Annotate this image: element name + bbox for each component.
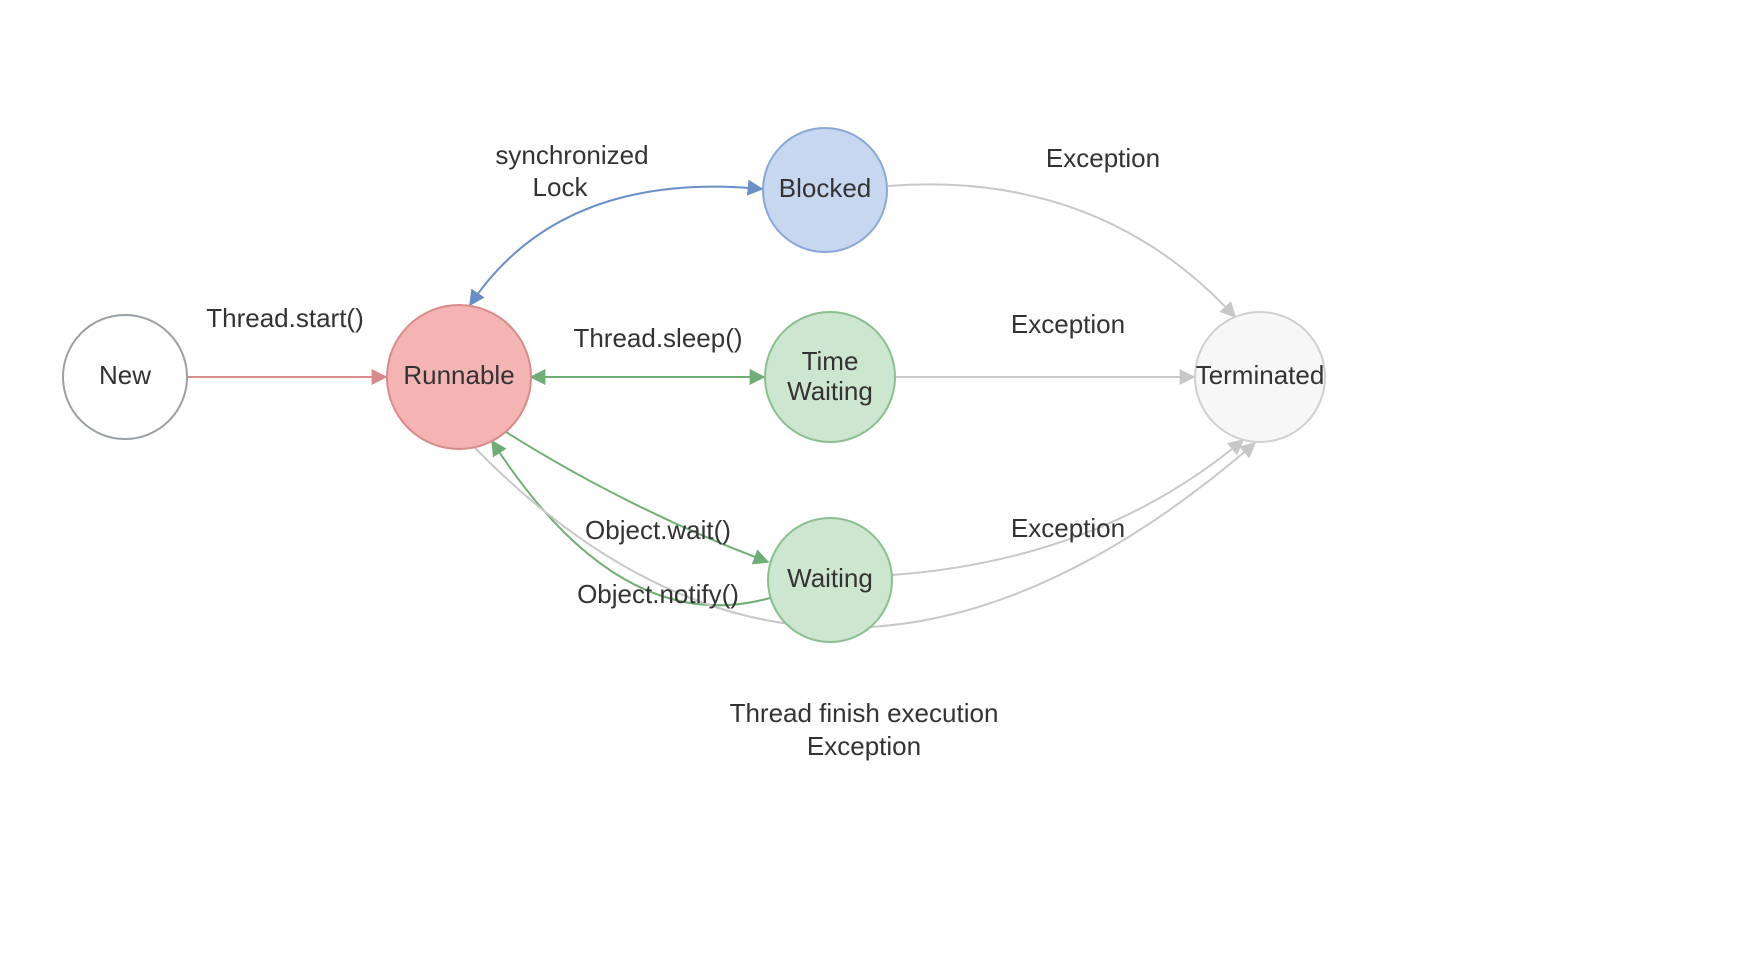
label-exc-waiting: Exception	[1011, 513, 1125, 543]
thread-state-diagram: New Runnable Blocked Time Waiting Waitin…	[0, 0, 1752, 966]
label-finish-2: Exception	[807, 731, 921, 761]
label-thread-sleep: Thread.sleep()	[573, 323, 742, 353]
label-object-wait: Object.wait()	[585, 515, 731, 545]
edge-blocked-terminated	[888, 184, 1235, 317]
label-object-notify: Object.notify()	[577, 579, 739, 609]
node-blocked: Blocked	[763, 128, 887, 252]
node-blocked-label: Blocked	[779, 173, 872, 203]
node-terminated-label: Terminated	[1196, 360, 1325, 390]
node-waiting-label: Waiting	[787, 563, 873, 593]
node-terminated: Terminated	[1195, 312, 1325, 442]
node-runnable: Runnable	[387, 305, 531, 449]
label-thread-start: Thread.start()	[206, 303, 364, 333]
label-exc-blocked: Exception	[1046, 143, 1160, 173]
node-new-label: New	[99, 360, 151, 390]
label-exc-timewait: Exception	[1011, 309, 1125, 339]
node-waiting: Waiting	[768, 518, 892, 642]
node-timewaiting-label-1: Time	[802, 346, 859, 376]
node-timewaiting: Time Waiting	[765, 312, 895, 442]
edge-waiting-terminated	[892, 440, 1243, 575]
label-sync: synchronized	[495, 140, 648, 170]
node-new: New	[63, 315, 187, 439]
node-runnable-label: Runnable	[403, 360, 514, 390]
label-finish-1: Thread finish execution	[730, 698, 999, 728]
label-lock: Lock	[533, 172, 589, 202]
node-timewaiting-label-2: Waiting	[787, 376, 873, 406]
edge-runnable-blocked	[470, 187, 762, 305]
